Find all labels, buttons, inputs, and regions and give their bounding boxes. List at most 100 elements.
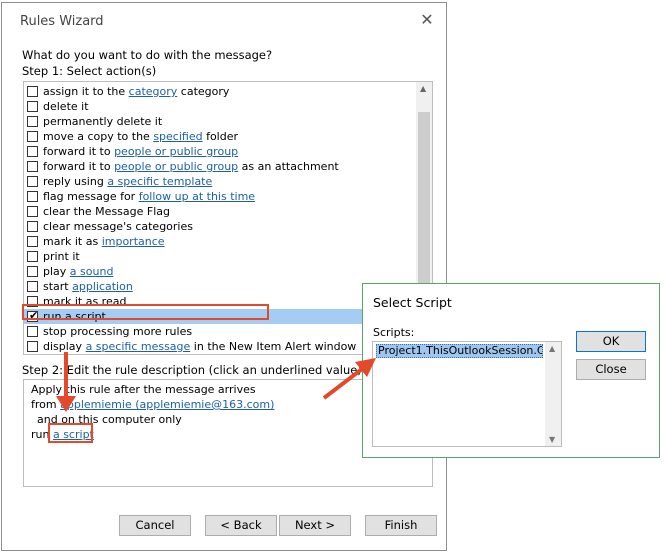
action-row[interactable]: forward it to people or public group xyxy=(24,144,417,159)
select-script-title: Select Script xyxy=(373,295,452,310)
action-label: reply using a specific template xyxy=(43,174,212,189)
action-label: print it xyxy=(43,249,80,264)
action-row[interactable]: delete it xyxy=(24,99,417,114)
action-row[interactable]: mark it as importance xyxy=(24,234,417,249)
step2-label: Step 2: Edit the rule description (click… xyxy=(22,363,362,377)
action-text: delete it xyxy=(43,100,89,113)
action-link[interactable]: people or public group xyxy=(114,145,238,158)
scripts-list[interactable]: Project1.ThisOutlookSession.CreateTask ▲… xyxy=(372,341,562,447)
close-icon[interactable]: ✕ xyxy=(416,9,438,31)
action-label: flag message for follow up at this time xyxy=(43,189,255,204)
from-prefix: from xyxy=(31,398,61,411)
action-row[interactable]: print it xyxy=(24,249,417,264)
scroll-up-icon[interactable]: ▲ xyxy=(420,84,426,93)
action-text: stop processing more rules xyxy=(43,325,193,338)
script-item[interactable]: Project1.ThisOutlookSession.CreateTask xyxy=(376,344,543,358)
action-checkbox[interactable] xyxy=(27,281,38,292)
action-link[interactable]: importance xyxy=(102,235,165,248)
action-text: flag message for xyxy=(43,190,139,203)
action-checkbox[interactable] xyxy=(27,131,38,142)
action-label: move a copy to the specified folder xyxy=(43,129,238,144)
action-text-suffix: folder xyxy=(202,130,239,143)
action-checkbox[interactable] xyxy=(27,101,38,112)
action-checkbox[interactable] xyxy=(27,236,38,247)
action-checkbox[interactable] xyxy=(27,161,38,172)
action-label: clear the Message Flag xyxy=(43,204,170,219)
action-row[interactable]: reply using a specific template xyxy=(24,174,417,189)
finish-button[interactable]: Finish xyxy=(365,515,437,536)
action-row[interactable]: assign it to the category category xyxy=(24,84,417,99)
action-checkbox[interactable] xyxy=(27,326,38,337)
action-link[interactable]: people or public group xyxy=(114,160,238,173)
a-script-highlight xyxy=(48,423,93,443)
select-script-dialog: Select Script Scripts: Project1.ThisOutl… xyxy=(362,283,660,458)
run-a-script-highlight xyxy=(22,304,269,320)
action-label: permanently delete it xyxy=(43,114,162,129)
action-label: delete it xyxy=(43,99,89,114)
action-label: display a specific message in the New It… xyxy=(43,339,356,354)
scroll-down-icon[interactable]: ▼ xyxy=(549,435,555,444)
cancel-button[interactable]: Cancel xyxy=(119,515,191,536)
action-label: forward it to people or public group as … xyxy=(43,159,339,174)
action-checkbox[interactable] xyxy=(27,86,38,97)
scripts-label: Scripts: xyxy=(373,326,415,339)
action-link[interactable]: a specific template xyxy=(107,175,212,188)
action-text: forward it to xyxy=(43,145,115,158)
action-text: display xyxy=(43,340,86,353)
ok-button[interactable]: OK xyxy=(576,331,646,352)
description-line-1: Apply this rule after the message arrive… xyxy=(31,383,256,396)
action-text: play xyxy=(43,265,70,278)
action-label: clear message's categories xyxy=(43,219,193,234)
action-text: forward it to xyxy=(43,160,115,173)
scripts-list-scrollbar[interactable]: ▲ ▼ xyxy=(545,342,561,446)
close-button[interactable]: Close xyxy=(576,359,646,380)
action-label: play a sound xyxy=(43,264,113,279)
action-label: stop processing more rules xyxy=(43,324,192,339)
action-row[interactable]: start application xyxy=(24,279,417,294)
action-link[interactable]: a sound xyxy=(70,265,114,278)
action-text-suffix: in the New Item Alert window xyxy=(190,340,357,353)
action-label: mark it as importance xyxy=(43,234,165,249)
action-row[interactable]: display a specific message in the New It… xyxy=(24,339,417,354)
action-text: clear message's categories xyxy=(43,220,193,233)
action-link[interactable]: application xyxy=(72,280,133,293)
action-text: clear the Message Flag xyxy=(43,205,170,218)
rules-wizard-dialog: Rules Wizard ✕ What do you want to do wi… xyxy=(1,2,447,551)
action-text-suffix: as an attachment xyxy=(238,160,339,173)
sender-link[interactable]: applemiemie (applemiemie@163.com) xyxy=(60,398,274,411)
prompt-text: What do you want to do with the message? xyxy=(22,48,273,62)
action-checkbox[interactable] xyxy=(27,176,38,187)
action-row[interactable]: forward it to people or public group as … xyxy=(24,159,417,174)
action-link[interactable]: follow up at this time xyxy=(139,190,255,203)
scrollbar-thumb[interactable] xyxy=(418,112,430,292)
action-text: permanently delete it xyxy=(43,115,163,128)
action-checkbox[interactable] xyxy=(27,116,38,127)
scroll-up-icon[interactable]: ▲ xyxy=(549,344,555,353)
action-text-suffix: category xyxy=(177,85,230,98)
action-label: forward it to people or public group xyxy=(43,144,238,159)
action-text: print it xyxy=(43,250,80,263)
action-checkbox[interactable] xyxy=(27,251,38,262)
action-row[interactable]: flag message for follow up at this time xyxy=(24,189,417,204)
action-row[interactable]: move a copy to the specified folder xyxy=(24,129,417,144)
action-checkbox[interactable] xyxy=(27,221,38,232)
action-row[interactable]: stop processing more rules xyxy=(24,324,417,339)
action-row[interactable]: clear the Message Flag xyxy=(24,204,417,219)
action-link[interactable]: category xyxy=(129,85,178,98)
action-link[interactable]: specified xyxy=(153,130,202,143)
back-button[interactable]: < Back xyxy=(205,515,277,536)
action-checkbox[interactable] xyxy=(27,191,38,202)
action-checkbox[interactable] xyxy=(27,146,38,157)
action-row[interactable]: play a sound xyxy=(24,264,417,279)
action-text: move a copy to the xyxy=(43,130,154,143)
action-checkbox[interactable] xyxy=(27,341,38,352)
next-button[interactable]: Next > xyxy=(279,515,351,536)
action-label: start application xyxy=(43,279,133,294)
action-row[interactable]: permanently delete it xyxy=(24,114,417,129)
action-checkbox[interactable] xyxy=(27,266,38,277)
action-checkbox[interactable] xyxy=(27,206,38,217)
step1-label: Step 1: Select action(s) xyxy=(22,64,157,78)
action-link[interactable]: a specific message xyxy=(86,340,191,353)
action-text: reply using xyxy=(43,175,108,188)
action-row[interactable]: clear message's categories xyxy=(24,219,417,234)
